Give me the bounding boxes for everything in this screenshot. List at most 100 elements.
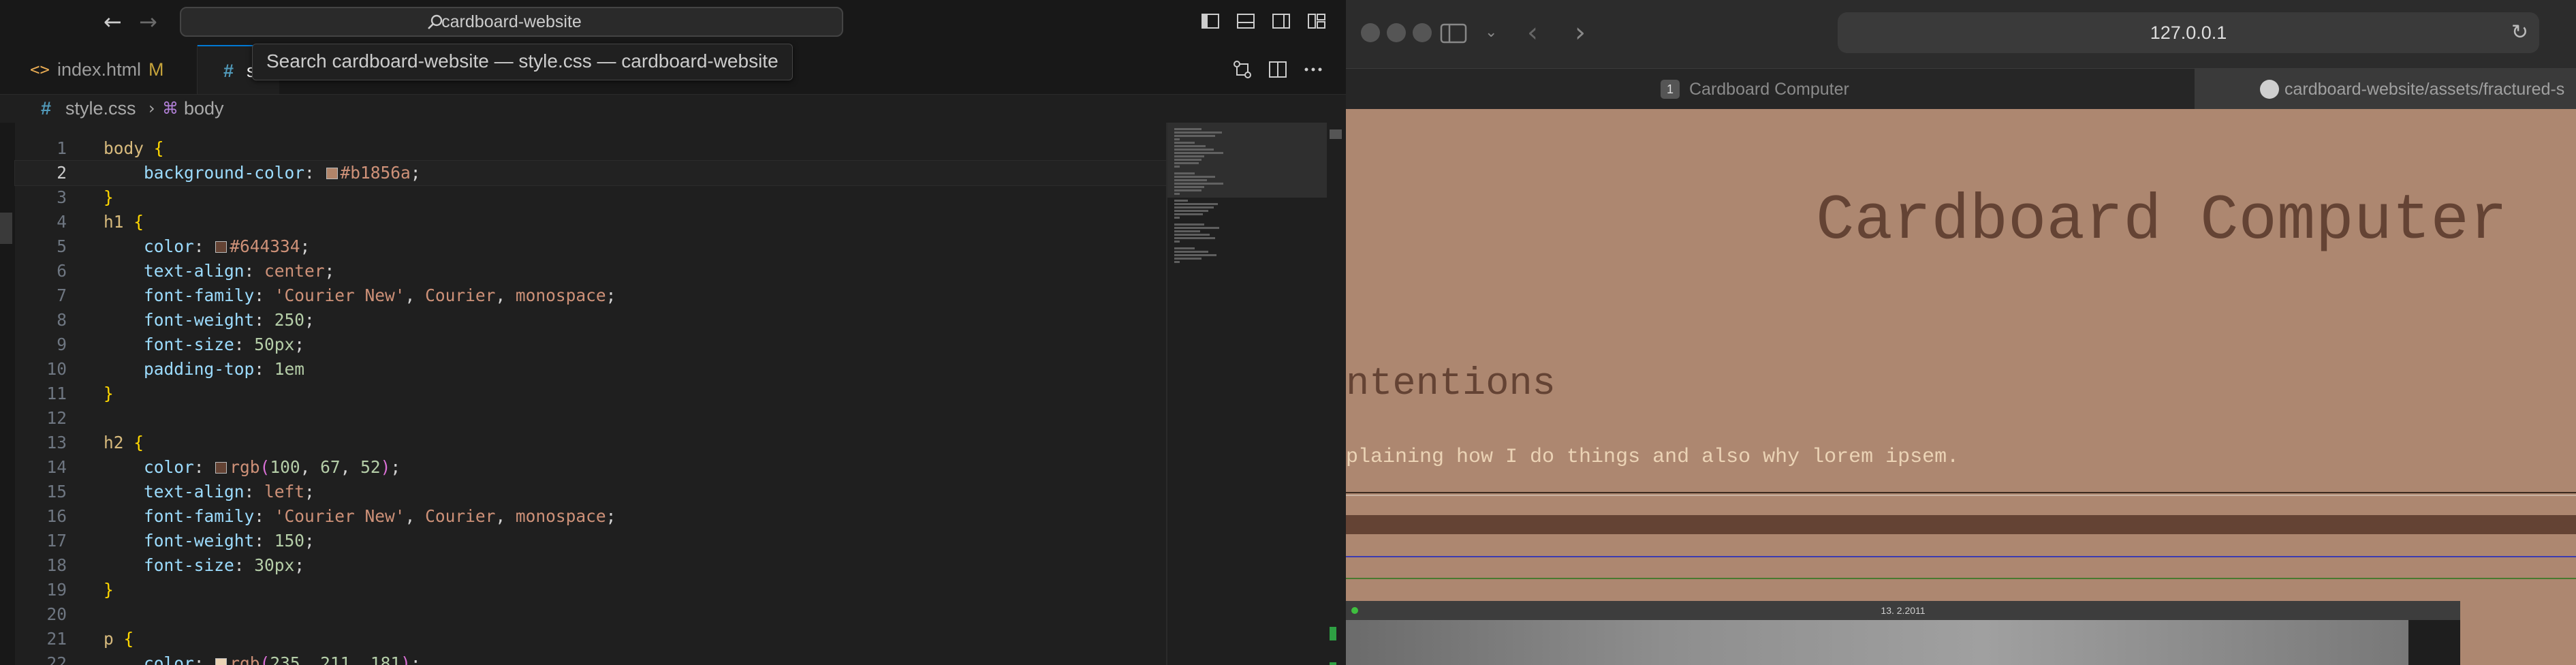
code-text: } — [104, 187, 114, 207]
minimize-window-button[interactable] — [1387, 23, 1406, 42]
code-line[interactable]: 16 font-family: 'Courier New', Courier, … — [15, 504, 1166, 529]
line-number: 19 — [46, 580, 67, 600]
code-text: color: #644334; — [104, 236, 311, 256]
minimap-line — [1174, 241, 1180, 243]
code-line[interactable]: 13 h2 { — [15, 431, 1166, 455]
code-text: color: rgb(100, 67, 52); — [104, 457, 401, 477]
tab-favicon: 1 — [1661, 80, 1680, 99]
photo-preview: 13. 2.2011 — [1346, 601, 2460, 665]
minimap-line — [1174, 186, 1204, 188]
minimap-line — [1174, 230, 1200, 232]
split-editor-icon[interactable] — [1267, 59, 1289, 80]
minimap-line — [1174, 200, 1188, 202]
safari-tab-bar: 1 Cardboard Computer cardboard-website/a… — [1346, 68, 2576, 110]
editor-scrollbar[interactable] — [1327, 123, 1346, 665]
line-number: 13 — [46, 433, 67, 452]
code-line[interactable]: 5 color: #644334; — [15, 234, 1166, 259]
code-line[interactable]: 19} — [15, 578, 1166, 602]
code-text: color: rgb(235, 211, 181); — [104, 651, 421, 665]
photo-image — [1346, 620, 2408, 665]
forward-chevron-icon[interactable]: › — [1575, 18, 1586, 48]
back-chevron-icon[interactable]: ‹ — [1527, 18, 1538, 48]
code-line[interactable]: 11} — [15, 382, 1166, 406]
minimap-line — [1174, 213, 1203, 215]
modified-badge: M — [148, 59, 164, 80]
scrollbar-thumb[interactable] — [1330, 129, 1342, 139]
open-changes-icon[interactable] — [1231, 59, 1253, 80]
photo-side-panel — [2408, 620, 2460, 665]
color-swatch-icon[interactable] — [215, 241, 227, 253]
close-window-button[interactable] — [1361, 23, 1380, 42]
tab-index-html[interactable]: <> index.html M — [0, 45, 198, 94]
code-text: p { — [104, 629, 134, 649]
code-text: body { — [104, 138, 164, 158]
minimap-line — [1174, 223, 1204, 226]
code-line[interactable]: 20 — [15, 602, 1166, 627]
tab-cardboard-computer[interactable]: 1 Cardboard Computer — [1346, 69, 2193, 110]
back-arrow-icon[interactable]: ← — [104, 7, 122, 37]
minimap-line — [1174, 258, 1201, 260]
code-line[interactable]: 9 font-size: 50px; — [15, 332, 1166, 357]
code-line[interactable]: 8 font-weight: 250; — [15, 308, 1166, 332]
safari-toolbar: ⌄ ‹ › 127.0.0.1 ↻ — [1346, 0, 2576, 68]
line-number: 6 — [57, 261, 67, 281]
code-editor[interactable]: 1 body {2 background-color: #b1856a; 3} 4 h1… — [14, 123, 1167, 665]
code-line[interactable]: 4 h1 { — [15, 210, 1166, 234]
breadcrumb-symbol[interactable]: body — [184, 95, 224, 121]
toggle-panel-icon[interactable] — [1236, 11, 1256, 31]
minimap-line — [1174, 227, 1219, 229]
divider-line — [1346, 492, 2576, 493]
toggle-primary-sidebar-icon[interactable] — [1200, 11, 1221, 31]
reload-icon[interactable]: ↻ — [2511, 20, 2528, 45]
scrollbar-change-marker — [1330, 627, 1336, 640]
breadcrumb-file[interactable]: style.css — [65, 95, 136, 121]
line-number: 5 — [57, 236, 67, 256]
line-number: 16 — [46, 506, 67, 526]
minimap[interactable] — [1166, 123, 1328, 665]
code-line[interactable]: 3} — [15, 185, 1166, 210]
minimap-line — [1174, 234, 1210, 236]
color-swatch-icon[interactable] — [215, 462, 227, 474]
code-line[interactable]: 1 body { — [15, 136, 1166, 161]
breadcrumb-separator: › — [148, 99, 155, 118]
line-number: 14 — [46, 457, 67, 477]
code-line[interactable]: 10 padding-top: 1em — [15, 357, 1166, 382]
code-line[interactable]: 22 color: rgb(235, 211, 181); — [15, 651, 1166, 665]
command-center-search[interactable]: cardboard-website — [180, 7, 843, 37]
more-actions-icon[interactable] — [1302, 59, 1324, 80]
code-line[interactable]: 17 font-weight: 150; — [15, 529, 1166, 553]
code-line[interactable]: 21 p { — [15, 627, 1166, 651]
code-line[interactable]: 2 background-color: #b1856a; — [14, 160, 1167, 186]
code-line[interactable]: 6 text-align: center; — [15, 259, 1166, 283]
color-swatch-icon[interactable] — [326, 168, 338, 179]
css-file-icon: # — [41, 98, 52, 119]
chevron-down-icon[interactable]: ⌄ — [1485, 20, 1497, 45]
customize-layout-icon[interactable] — [1306, 11, 1327, 31]
minimap-line — [1174, 162, 1199, 164]
code-line[interactable]: 7 font-family: 'Courier New', Courier, m… — [15, 283, 1166, 308]
sidebar-toggle-icon[interactable] — [1440, 20, 1467, 45]
forward-arrow-icon[interactable]: → — [139, 7, 157, 37]
toggle-secondary-sidebar-icon[interactable] — [1271, 11, 1291, 31]
line-number: 3 — [57, 187, 67, 207]
minimap-line — [1174, 132, 1222, 134]
code-line[interactable]: 14 color: rgb(100, 67, 52); — [15, 455, 1166, 480]
code-text: font-size: 30px; — [104, 555, 305, 575]
zoom-window-button[interactable] — [1413, 23, 1432, 42]
css-file-icon: # — [223, 61, 234, 81]
tab-github-asset[interactable]: cardboard-website/assets/fractured-s — [2195, 69, 2576, 110]
color-swatch-icon[interactable] — [215, 658, 227, 665]
minimap-line — [1174, 179, 1207, 181]
code-line[interactable]: 12 — [15, 406, 1166, 431]
code-line[interactable]: 15 text-align: left; — [15, 480, 1166, 504]
address-bar[interactable]: 127.0.0.1 ↻ — [1838, 12, 2539, 53]
line-number: 12 — [46, 408, 67, 428]
scrollbar-change-marker — [1330, 662, 1336, 665]
code-line[interactable]: 18 font-size: 30px; — [15, 553, 1166, 578]
line-number: 11 — [46, 384, 67, 403]
minimap-line — [1174, 237, 1215, 239]
divider-line — [1346, 495, 2576, 496]
code-text: font-size: 50px; — [104, 335, 305, 354]
line-number: 9 — [57, 335, 67, 354]
code-text: h1 { — [104, 212, 144, 232]
